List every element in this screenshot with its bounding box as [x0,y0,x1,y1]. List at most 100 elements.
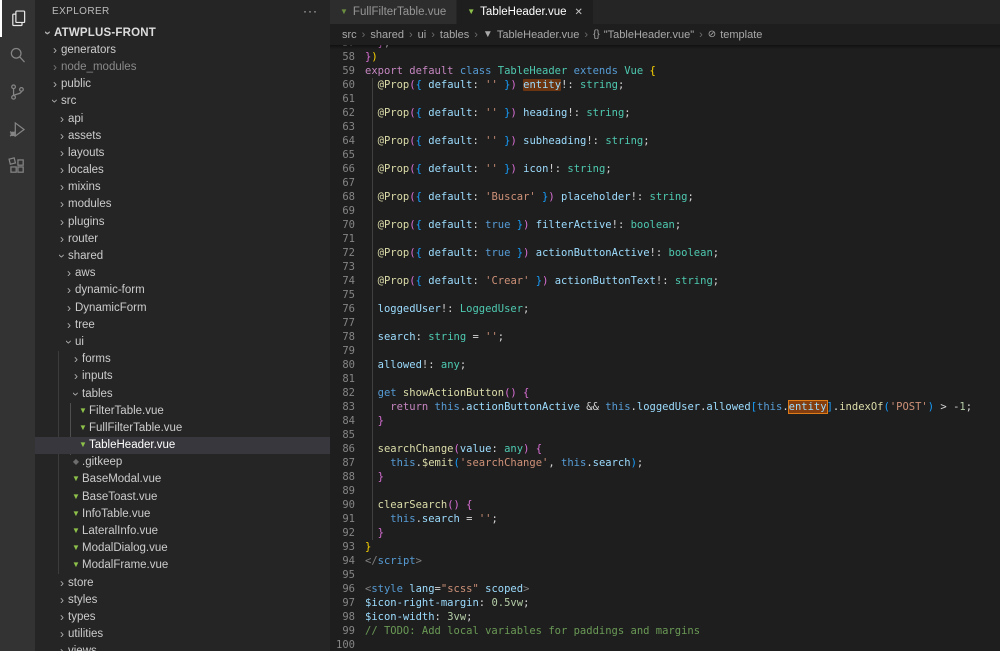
code-line-91[interactable]: 91 this.search = ''; [330,512,1000,526]
code-line-98[interactable]: 98$icon-width: 3vw; [330,610,1000,624]
tree-item-tree[interactable]: ›tree [35,316,330,333]
code-line-93[interactable]: 93} [330,540,1000,554]
tree-item-fullfiltertable-vue[interactable]: ▼FullFilterTable.vue [35,419,330,436]
breadcrumb-item-tableheader-vue[interactable]: {}"TableHeader.vue" [593,29,694,41]
tree-item-infotable-vue[interactable]: ▼InfoTable.vue [35,505,330,522]
code-line-67[interactable]: 67 [330,176,1000,190]
code-line-96[interactable]: 96<style lang="scss" scoped> [330,582,1000,596]
code-line-82[interactable]: 82 get showActionButton() { [330,386,1000,400]
tree-item-store[interactable]: ›store [35,574,330,591]
more-actions-icon[interactable]: ··· [303,8,318,14]
code-line-62[interactable]: 62 @Prop({ default: '' }) heading!: stri… [330,106,1000,120]
code-line-71[interactable]: 71 [330,232,1000,246]
code-line-99[interactable]: 99// TODO: Add local variables for paddi… [330,624,1000,638]
breadcrumb-item-tableheader-vue[interactable]: ▼TableHeader.vue [483,29,579,41]
tree-item-basemodal-vue[interactable]: ▼BaseModal.vue [35,471,330,488]
search-activity-button[interactable] [0,37,35,74]
code-line-92[interactable]: 92 } [330,526,1000,540]
code-editor[interactable]: 57 },58})59export default class TableHea… [330,45,1000,651]
code-line-70[interactable]: 70 @Prop({ default: true }) filterActive… [330,218,1000,232]
tree-item-tableheader-vue[interactable]: ▼TableHeader.vue [35,437,330,454]
tree-item-gitkeep[interactable]: ◆.gitkeep [35,454,330,471]
code-line-81[interactable]: 81 [330,372,1000,386]
code-line-90[interactable]: 90 clearSearch() { [330,498,1000,512]
tree-item-basetoast-vue[interactable]: ▼BaseToast.vue [35,488,330,505]
tab-fullfiltertable-vue[interactable]: ▼FullFilterTable.vue [330,0,457,24]
code-line-76[interactable]: 76 loggedUser!: LoggedUser; [330,302,1000,316]
code-line-60[interactable]: 60 @Prop({ default: '' }) entity!: strin… [330,78,1000,92]
tree-item-views[interactable]: ›views [35,643,330,651]
code-line-86[interactable]: 86 searchChange(value: any) { [330,442,1000,456]
run-debug-activity-button[interactable] [0,111,35,148]
code-line-87[interactable]: 87 this.$emit('searchChange', this.searc… [330,456,1000,470]
tree-item-modules[interactable]: ›modules [35,196,330,213]
files-activity-button[interactable] [0,0,35,37]
breadcrumb-item-ui[interactable]: ui [418,29,427,41]
code-line-100[interactable]: 100 [330,638,1000,651]
tree-item-src[interactable]: ›src [35,93,330,110]
code-line-89[interactable]: 89 [330,484,1000,498]
code-line-58[interactable]: 58}) [330,50,1000,64]
code-line-75[interactable]: 75 [330,288,1000,302]
extensions-activity-button[interactable] [0,148,35,185]
tree-item-api[interactable]: ›api [35,110,330,127]
chevron-right-icon: › [63,320,75,330]
code-line-64[interactable]: 64 @Prop({ default: '' }) subheading!: s… [330,134,1000,148]
tree-item-types[interactable]: ›types [35,608,330,625]
tree-item-generators[interactable]: ›generators [35,41,330,58]
tree-item-modalframe-vue[interactable]: ▼ModalFrame.vue [35,557,330,574]
close-icon[interactable]: ✕ [574,7,582,18]
tree-item-lateralinfo-vue[interactable]: ▼LateralInfo.vue [35,522,330,539]
code-line-74[interactable]: 74 @Prop({ default: 'Crear' }) actionBut… [330,274,1000,288]
code-line-77[interactable]: 77 [330,316,1000,330]
code-line-68[interactable]: 68 @Prop({ default: 'Buscar' }) placehol… [330,190,1000,204]
tree-item-locales[interactable]: ›locales [35,162,330,179]
code-line-88[interactable]: 88 } [330,470,1000,484]
tree-item-dynamic-form[interactable]: ›dynamic-form [35,282,330,299]
tree-item-mixins[interactable]: ›mixins [35,179,330,196]
breadcrumb-item-tables[interactable]: tables [440,29,469,41]
tree-item-plugins[interactable]: ›plugins [35,213,330,230]
code-line-72[interactable]: 72 @Prop({ default: true }) actionButton… [330,246,1000,260]
tree-item-inputs[interactable]: ›inputs [35,368,330,385]
tree-item-atwplus-front[interactable]: ›ATWPLUS-FRONT [35,24,330,41]
code-line-59[interactable]: 59export default class TableHeader exten… [330,64,1000,78]
tree-item-modaldialog-vue[interactable]: ▼ModalDialog.vue [35,540,330,557]
breadcrumb-item-template[interactable]: ⊘template [708,29,763,41]
tab-tableheader-vue[interactable]: ▼TableHeader.vue✕ [457,0,594,24]
source-control-activity-button[interactable] [0,74,35,111]
tree-item-styles[interactable]: ›styles [35,591,330,608]
tree-item-dynamicform[interactable]: ›DynamicForm [35,299,330,316]
code-line-79[interactable]: 79 [330,344,1000,358]
breadcrumb-item-src[interactable]: src [342,29,357,41]
tree-item-public[interactable]: ›public [35,76,330,93]
code-line-94[interactable]: 94</script> [330,554,1000,568]
code-line-85[interactable]: 85 [330,428,1000,442]
code-line-78[interactable]: 78 search: string = ''; [330,330,1000,344]
tree-item-aws[interactable]: ›aws [35,265,330,282]
tree-item-ui[interactable]: ›ui [35,333,330,350]
code-line-83[interactable]: 83 return this.actionButtonActive && thi… [330,400,1000,414]
tree-item-forms[interactable]: ›forms [35,351,330,368]
code-line-61[interactable]: 61 [330,92,1000,106]
breadcrumb-item-shared[interactable]: shared [370,29,404,41]
tree-item-shared[interactable]: ›shared [35,247,330,264]
code-line-97[interactable]: 97$icon-right-margin: 0.5vw; [330,596,1000,610]
tree-item-node-modules[interactable]: ›node_modules [35,58,330,75]
code-line-73[interactable]: 73 [330,260,1000,274]
code-line-63[interactable]: 63 [330,120,1000,134]
code-line-69[interactable]: 69 [330,204,1000,218]
code-line-95[interactable]: 95 [330,568,1000,582]
tree-item-assets[interactable]: ›assets [35,127,330,144]
tree-item-router[interactable]: ›router [35,230,330,247]
code-line-65[interactable]: 65 [330,148,1000,162]
tree-item-tables[interactable]: ›tables [35,385,330,402]
tree-item-layouts[interactable]: ›layouts [35,144,330,161]
code-line-84[interactable]: 84 } [330,414,1000,428]
tree-item-filtertable-vue[interactable]: ▼FilterTable.vue [35,402,330,419]
tree-item-label: BaseToast.vue [82,491,157,503]
code-line-66[interactable]: 66 @Prop({ default: '' }) icon!: string; [330,162,1000,176]
tree-item-label: aws [75,267,95,279]
tree-item-utilities[interactable]: ›utilities [35,626,330,643]
code-line-80[interactable]: 80 allowed!: any; [330,358,1000,372]
